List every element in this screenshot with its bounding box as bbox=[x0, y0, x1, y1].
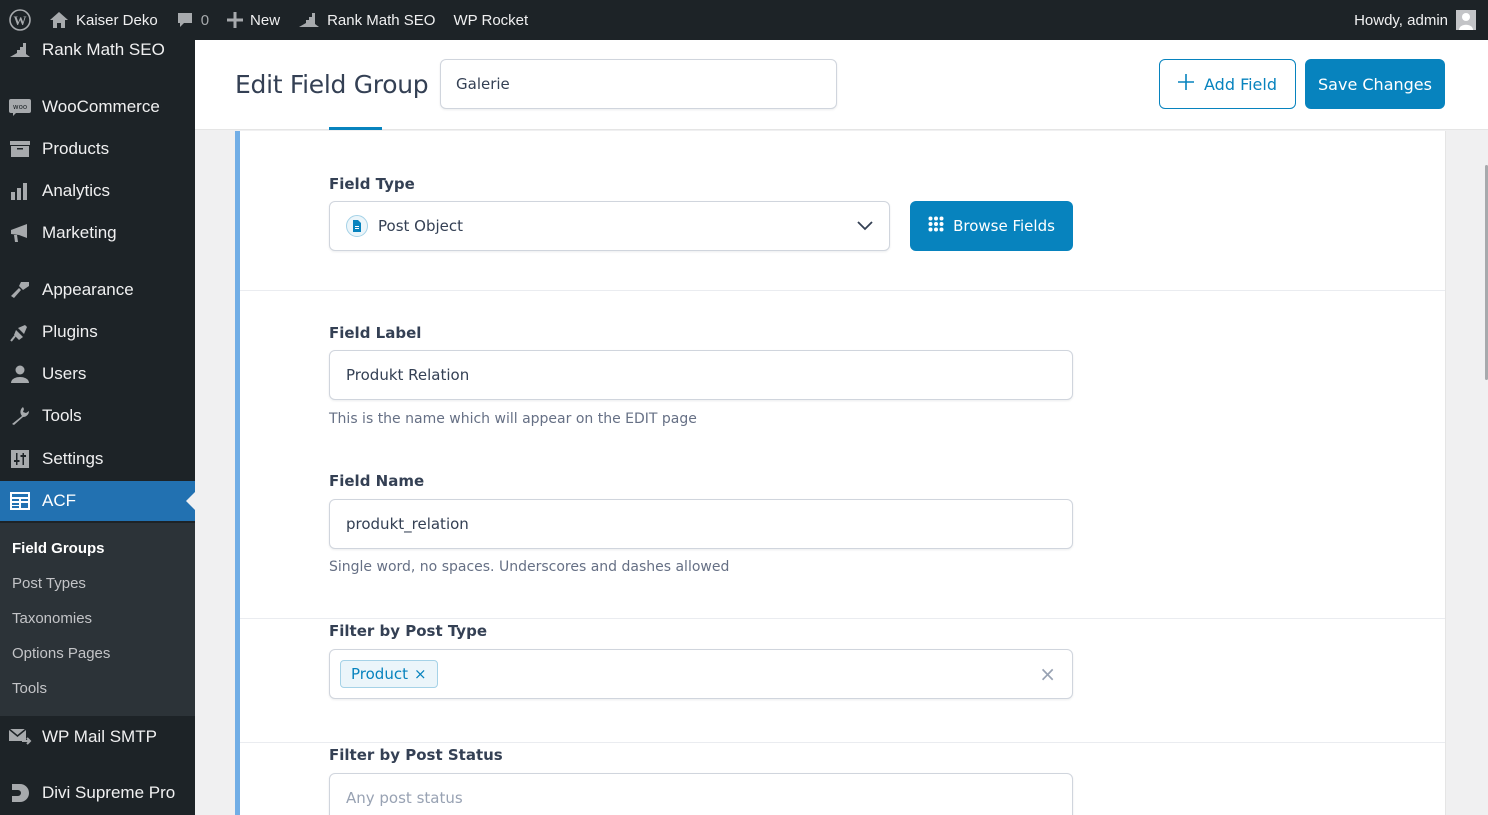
home-icon bbox=[49, 11, 69, 29]
rank-math-icon bbox=[8, 38, 32, 62]
woo-icon: woo bbox=[8, 95, 32, 119]
browse-fields-label: Browse Fields bbox=[953, 217, 1055, 235]
rank-math-menu[interactable]: Rank Math SEO bbox=[289, 0, 444, 40]
sidebar-item-users[interactable]: Users bbox=[0, 354, 195, 394]
svg-text:woo: woo bbox=[13, 103, 27, 111]
wp-rocket-label: WP Rocket bbox=[453, 11, 529, 29]
field-name-label: Field Name bbox=[329, 472, 425, 490]
sidebar-item-tools[interactable]: Tools bbox=[0, 396, 195, 436]
sidebar-item-label: Settings bbox=[42, 449, 104, 468]
field-settings-panel: Field Type Post Object Browse Fields Fie… bbox=[235, 131, 1446, 815]
plus-icon bbox=[227, 12, 244, 28]
field-type-label: Field Type bbox=[329, 175, 415, 193]
add-field-button[interactable]: Add Field bbox=[1159, 59, 1296, 109]
sidebar-item-products[interactable]: Products bbox=[0, 129, 195, 169]
user-icon bbox=[8, 362, 32, 386]
divi-icon bbox=[8, 781, 32, 805]
sidebar-item-wp-mail-smtp[interactable]: WP Mail SMTP bbox=[0, 717, 195, 757]
clear-selection-icon[interactable]: × bbox=[1039, 662, 1056, 686]
field-name-input[interactable]: produkt_relation bbox=[329, 499, 1073, 549]
svg-text:W: W bbox=[14, 13, 27, 28]
field-type-value: Post Object bbox=[378, 217, 464, 235]
sidebar-item-label: Marketing bbox=[42, 223, 117, 242]
new-label: New bbox=[250, 11, 281, 29]
wp-rocket-menu[interactable]: WP Rocket bbox=[444, 0, 537, 40]
page-title: Edit Field Group bbox=[235, 70, 429, 99]
sidebar-item-settings[interactable]: Settings bbox=[0, 439, 195, 479]
new-content-menu[interactable]: New bbox=[218, 0, 289, 40]
admin-bar: W Kaiser Deko 0 New Rank Math SEO WP Roc… bbox=[0, 0, 1488, 40]
sidebar-item-label: Tools bbox=[42, 406, 82, 425]
filter-post-status-label: Filter by Post Status bbox=[329, 746, 503, 764]
section-divider bbox=[240, 742, 1445, 743]
acf-submenu: Field Groups Post Types Taxonomies Optio… bbox=[0, 523, 195, 716]
field-label-label: Field Label bbox=[329, 324, 422, 342]
post-object-icon bbox=[346, 215, 368, 237]
section-divider bbox=[240, 290, 1445, 291]
plug-icon bbox=[8, 320, 32, 344]
filter-post-status-select[interactable]: Any post status bbox=[329, 773, 1073, 815]
active-tab-indicator bbox=[329, 127, 382, 130]
field-name-help: Single word, no spaces. Underscores and … bbox=[329, 559, 730, 575]
sidebar-item-label: WooCommerce bbox=[42, 97, 160, 116]
section-divider bbox=[240, 618, 1445, 619]
sidebar-item-label: Users bbox=[42, 364, 87, 383]
bar-chart-icon bbox=[8, 179, 32, 203]
site-name: Kaiser Deko bbox=[76, 11, 158, 29]
avatar bbox=[1456, 10, 1476, 30]
field-label-input[interactable]: Produkt Relation bbox=[329, 350, 1073, 400]
sidebar-item-woocommerce[interactable]: woo WooCommerce bbox=[0, 87, 195, 127]
sidebar-item-plugins[interactable]: Plugins bbox=[0, 312, 195, 352]
browse-fields-button[interactable]: Browse Fields bbox=[910, 201, 1073, 251]
submenu-item-taxonomies[interactable]: Taxonomies bbox=[12, 610, 92, 627]
wordpress-logo-icon: W bbox=[9, 9, 31, 31]
sidebar-item-acf[interactable]: ACF bbox=[0, 481, 195, 521]
submenu-item-tools[interactable]: Tools bbox=[12, 680, 47, 697]
submenu-item-post-types[interactable]: Post Types bbox=[12, 575, 86, 592]
sidebar-item-label: Appearance bbox=[42, 280, 134, 299]
save-changes-button[interactable]: Save Changes bbox=[1305, 59, 1445, 109]
sidebar-item-label: Rank Math SEO bbox=[42, 40, 165, 59]
acf-icon bbox=[8, 489, 32, 513]
admin-sidebar: Rank Math SEO woo WooCommerce Products A… bbox=[0, 40, 195, 815]
megaphone-icon bbox=[8, 221, 32, 245]
field-label-help: This is the name which will appear on th… bbox=[329, 411, 697, 427]
add-field-label: Add Field bbox=[1204, 74, 1277, 94]
chevron-down-icon bbox=[857, 221, 873, 231]
sidebar-item-label: Analytics bbox=[42, 181, 111, 200]
plus-icon bbox=[1178, 74, 1194, 94]
mail-icon bbox=[8, 725, 32, 749]
sidebar-item-label: Products bbox=[42, 139, 110, 158]
field-type-select[interactable]: Post Object bbox=[329, 201, 890, 251]
sidebar-item-marketing[interactable]: Marketing bbox=[0, 213, 195, 253]
my-account-menu[interactable]: Howdy, admin bbox=[1354, 10, 1488, 30]
remove-tag-icon[interactable]: × bbox=[414, 665, 427, 683]
grid-dots-icon bbox=[928, 216, 944, 236]
filter-post-type-select[interactable]: Product × × bbox=[329, 649, 1073, 699]
greeting: Howdy, admin bbox=[1354, 11, 1448, 29]
wrench-icon bbox=[8, 404, 32, 428]
sidebar-item-label: ACF bbox=[42, 491, 76, 510]
page-header: Edit Field Group Add Field Save Changes bbox=[195, 40, 1488, 130]
sidebar-item-analytics[interactable]: Analytics bbox=[0, 171, 195, 211]
paintbrush-icon bbox=[8, 278, 32, 302]
filter-post-type-label: Filter by Post Type bbox=[329, 622, 487, 640]
post-type-tag: Product × bbox=[340, 660, 438, 688]
rank-math-label: Rank Math SEO bbox=[327, 11, 436, 29]
sidebar-item-label: Plugins bbox=[42, 322, 98, 341]
sidebar-item-label: WP Mail SMTP bbox=[42, 727, 157, 746]
comments-count: 0 bbox=[200, 11, 210, 29]
archive-icon bbox=[8, 137, 32, 161]
sidebar-item-appearance[interactable]: Appearance bbox=[0, 270, 195, 310]
sliders-icon bbox=[8, 447, 32, 471]
field-group-title-input[interactable] bbox=[440, 59, 837, 109]
rank-math-icon bbox=[298, 11, 320, 29]
submenu-item-options-pages[interactable]: Options Pages bbox=[12, 645, 110, 662]
sidebar-item-divi-supreme-pro[interactable]: Divi Supreme Pro bbox=[0, 773, 195, 813]
submenu-item-field-groups[interactable]: Field Groups bbox=[12, 540, 105, 557]
comment-bubble-icon bbox=[176, 11, 194, 29]
sidebar-item-rank-math[interactable]: Rank Math SEO bbox=[0, 30, 195, 70]
sidebar-item-label: Divi Supreme Pro bbox=[42, 783, 176, 802]
post-type-tag-label: Product bbox=[351, 665, 408, 683]
